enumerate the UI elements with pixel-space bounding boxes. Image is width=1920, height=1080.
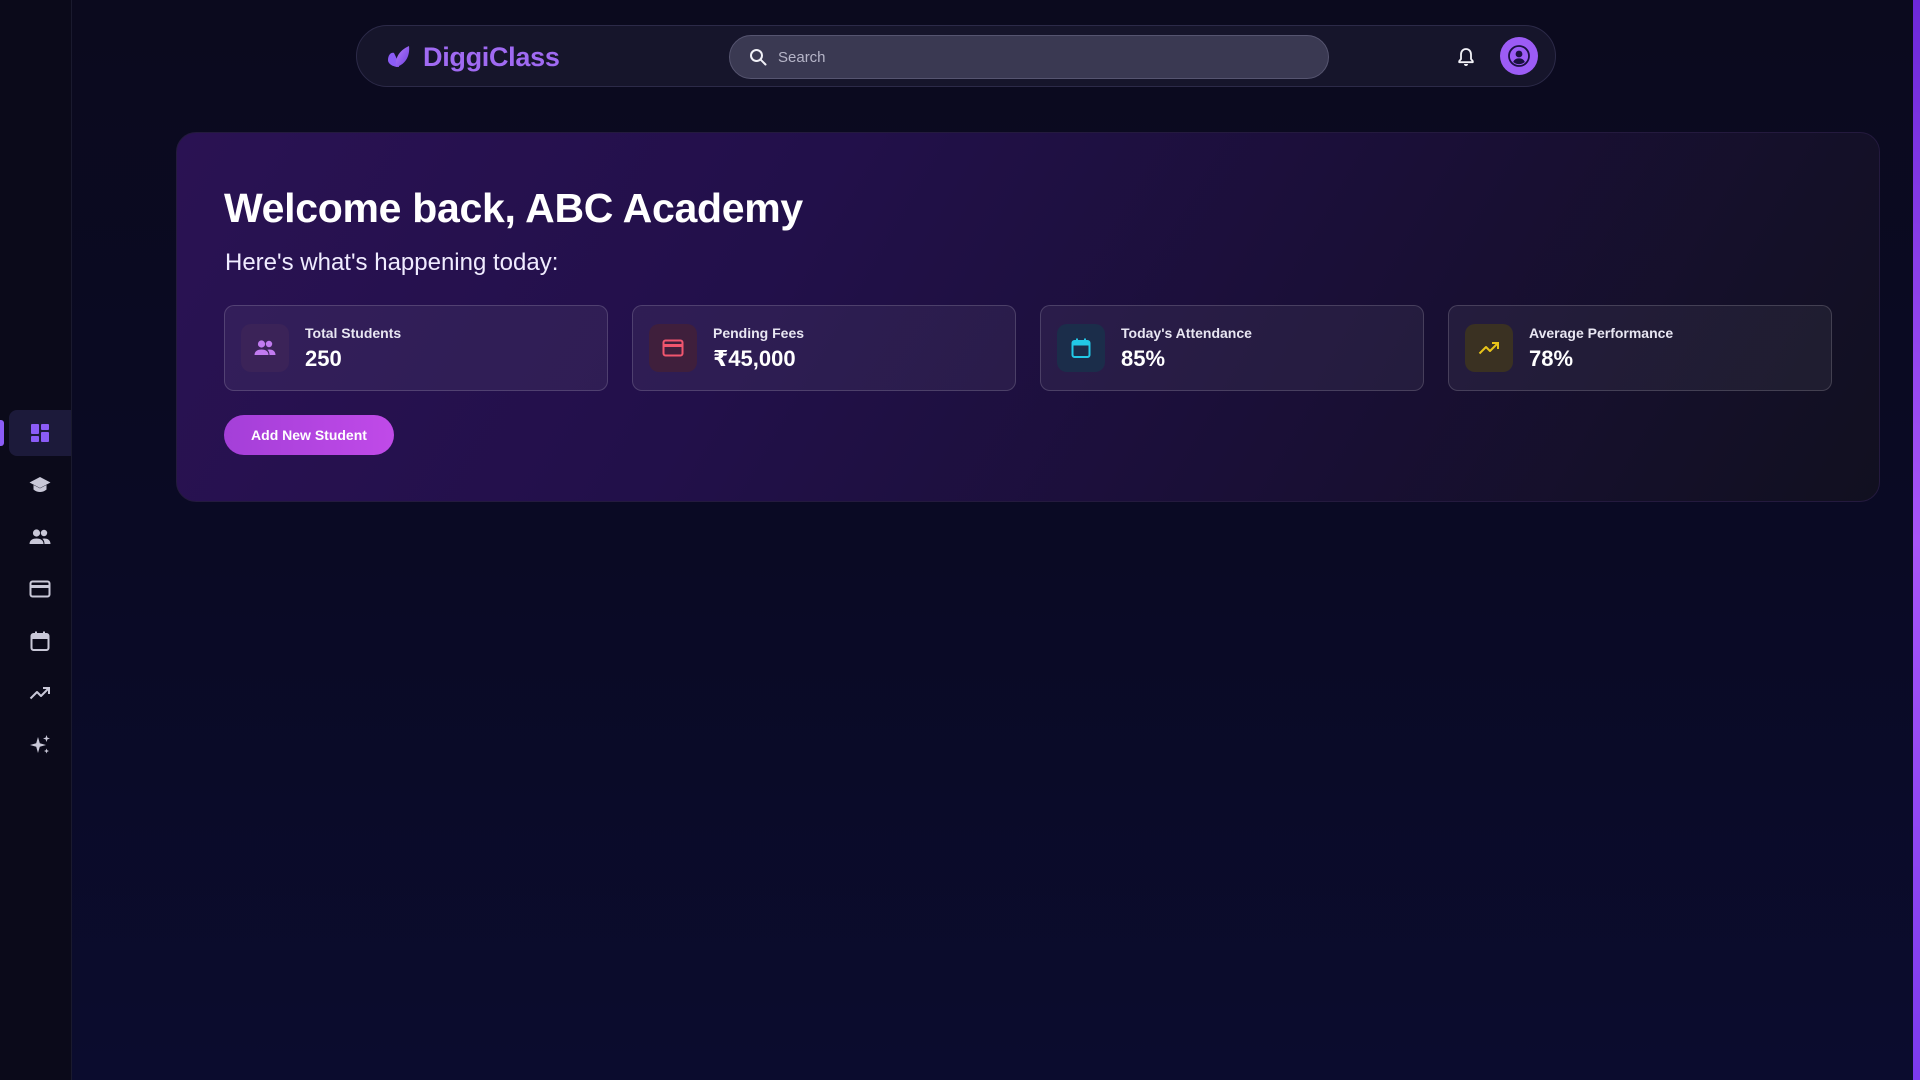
page-subtitle: Here's what's happening today: bbox=[225, 249, 559, 276]
sidebar-item-dashboard[interactable] bbox=[9, 410, 71, 456]
trending-up-icon bbox=[1478, 342, 1499, 355]
stat-label: Total Students bbox=[305, 325, 402, 341]
stat-icon-container bbox=[1465, 324, 1513, 372]
stat-card-total-students: Total Students 250 bbox=[224, 305, 608, 391]
stat-label: Average Performance bbox=[1529, 325, 1674, 341]
sidebar-item-ai[interactable] bbox=[9, 722, 71, 768]
top-navbar: DiggiClass bbox=[356, 25, 1556, 87]
user-icon bbox=[1508, 45, 1530, 67]
search-icon bbox=[750, 49, 767, 66]
search-input[interactable] bbox=[778, 48, 1298, 66]
welcome-panel: Welcome back, ABC Academy Here's what's … bbox=[176, 132, 1880, 502]
sidebar bbox=[0, 0, 72, 1080]
calendar-icon bbox=[30, 631, 50, 651]
search-bar[interactable] bbox=[729, 35, 1329, 79]
sidebar-item-attendance[interactable] bbox=[9, 618, 71, 664]
stat-value: ₹45,000 bbox=[713, 346, 796, 371]
credit-card-icon bbox=[29, 580, 51, 598]
window-edge-accent bbox=[1913, 0, 1920, 1080]
user-avatar[interactable] bbox=[1500, 37, 1538, 75]
stat-icon-container bbox=[1057, 324, 1105, 372]
stat-value: 85% bbox=[1121, 346, 1166, 371]
stat-card-performance: Average Performance 78% bbox=[1448, 305, 1832, 391]
sparkles-icon bbox=[30, 735, 50, 754]
bell-icon bbox=[1458, 48, 1474, 66]
brand[interactable]: DiggiClass bbox=[385, 40, 560, 74]
brand-logo-icon bbox=[385, 43, 413, 71]
add-new-student-button[interactable]: Add New Student bbox=[224, 415, 394, 455]
stat-label: Today's Attendance bbox=[1121, 325, 1252, 341]
sidebar-item-courses[interactable] bbox=[9, 462, 71, 508]
notifications-button[interactable] bbox=[1455, 46, 1477, 68]
brand-name: DiggiClass bbox=[423, 41, 560, 72]
people-icon bbox=[254, 340, 276, 355]
sidebar-active-indicator bbox=[0, 420, 4, 446]
app-shell: DiggiClass Welcome back, ABC Academy bbox=[0, 0, 1920, 1080]
stat-label: Pending Fees bbox=[713, 325, 805, 341]
trending-up-icon bbox=[29, 687, 50, 700]
calendar-icon bbox=[1071, 338, 1091, 358]
people-icon bbox=[29, 529, 51, 544]
page-title: Welcome back, ABC Academy bbox=[224, 185, 803, 231]
stat-icon-container bbox=[241, 324, 289, 372]
sidebar-item-fees[interactable] bbox=[9, 566, 71, 612]
dashboard-icon bbox=[31, 424, 49, 442]
stat-card-attendance: Today's Attendance 85% bbox=[1040, 305, 1424, 391]
stat-icon-container bbox=[649, 324, 697, 372]
credit-card-icon bbox=[662, 339, 684, 357]
stat-value: 250 bbox=[305, 346, 342, 371]
graduation-cap-icon bbox=[29, 477, 51, 492]
sidebar-item-students[interactable] bbox=[9, 514, 71, 560]
sidebar-item-performance[interactable] bbox=[9, 670, 71, 716]
stat-value: 78% bbox=[1529, 346, 1574, 371]
stat-card-pending-fees: Pending Fees ₹45,000 bbox=[632, 305, 1016, 391]
